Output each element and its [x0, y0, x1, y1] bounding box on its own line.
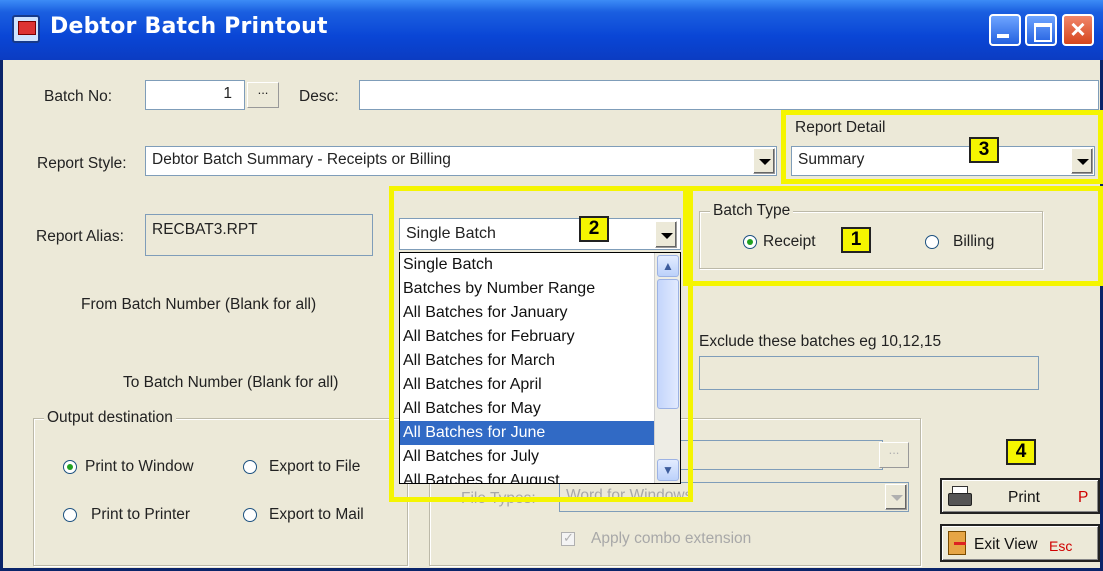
- print-to-printer-radio[interactable]: [63, 508, 77, 522]
- exit-view-label: Exit View: [974, 536, 1038, 553]
- print-hotkey: P: [1078, 489, 1089, 506]
- exit-view-button[interactable]: Exit View Esc: [940, 524, 1100, 562]
- file-types-dropdown-arrow[interactable]: [885, 484, 907, 510]
- badge-4: 4: [1006, 439, 1036, 465]
- print-to-window-radio[interactable]: [63, 460, 77, 474]
- highlight-batch-type: [683, 186, 1103, 286]
- minimize-button[interactable]: [989, 14, 1021, 46]
- export-to-file-radio[interactable]: [243, 460, 257, 474]
- report-style-select[interactable]: Debtor Batch Summary - Receipts or Billi…: [145, 146, 777, 176]
- output-destination-group: Output destination: [33, 409, 408, 566]
- badge-3: 3: [969, 137, 999, 163]
- print-button-label: Print: [1008, 489, 1040, 506]
- highlight-batch-range: [389, 186, 693, 502]
- exit-hotkey: Esc: [1049, 538, 1073, 554]
- output-destination-label: Output destination: [44, 409, 176, 427]
- batch-no-browse-button[interactable]: ...: [247, 82, 279, 108]
- report-style-label: Report Style:: [37, 155, 127, 172]
- print-button[interactable]: Print P: [940, 478, 1100, 514]
- desc-input[interactable]: [359, 80, 1099, 110]
- apply-combo-extension-label: Apply combo extension: [591, 530, 752, 547]
- close-button[interactable]: ×: [1062, 14, 1094, 46]
- desc-label: Desc:: [299, 88, 339, 105]
- export-to-file-label: Export to File: [269, 458, 361, 475]
- from-batch-label: From Batch Number (Blank for all): [81, 296, 317, 313]
- batch-no-label: Batch No:: [44, 88, 113, 105]
- highlight-report-detail: [781, 110, 1103, 184]
- maximize-button[interactable]: [1025, 14, 1057, 46]
- window-title: Debtor Batch Printout: [50, 14, 328, 39]
- report-alias-field: RECBAT3.RPT: [145, 214, 373, 256]
- apply-combo-extension-checkbox[interactable]: [561, 530, 575, 546]
- app-icon: [12, 15, 40, 43]
- export-file-browse-button[interactable]: ...: [879, 442, 909, 468]
- batch-no-input[interactable]: 1: [145, 80, 245, 110]
- print-to-printer-label: Print to Printer: [91, 506, 191, 523]
- badge-1: 1: [841, 227, 871, 253]
- exclude-batches-label: Exclude these batches eg 10,12,15: [699, 333, 942, 350]
- report-alias-label: Report Alias:: [36, 228, 124, 245]
- badge-2: 2: [579, 216, 609, 242]
- exclude-batches-input[interactable]: [699, 356, 1039, 390]
- to-batch-label: To Batch Number (Blank for all): [123, 374, 339, 391]
- close-icon: ×: [1070, 14, 1086, 44]
- export-to-mail-radio[interactable]: [243, 508, 257, 522]
- title-bar[interactable]: Debtor Batch Printout ×: [0, 0, 1103, 60]
- print-to-window-label: Print to Window: [85, 458, 194, 475]
- report-style-dropdown-arrow[interactable]: [753, 148, 775, 174]
- debtor-batch-printout-window: Debtor Batch Printout × Batch No: 1 ... …: [0, 0, 1103, 571]
- printer-icon: [948, 486, 972, 506]
- exit-door-icon: [948, 531, 966, 555]
- export-to-mail-label: Export to Mail: [269, 506, 364, 523]
